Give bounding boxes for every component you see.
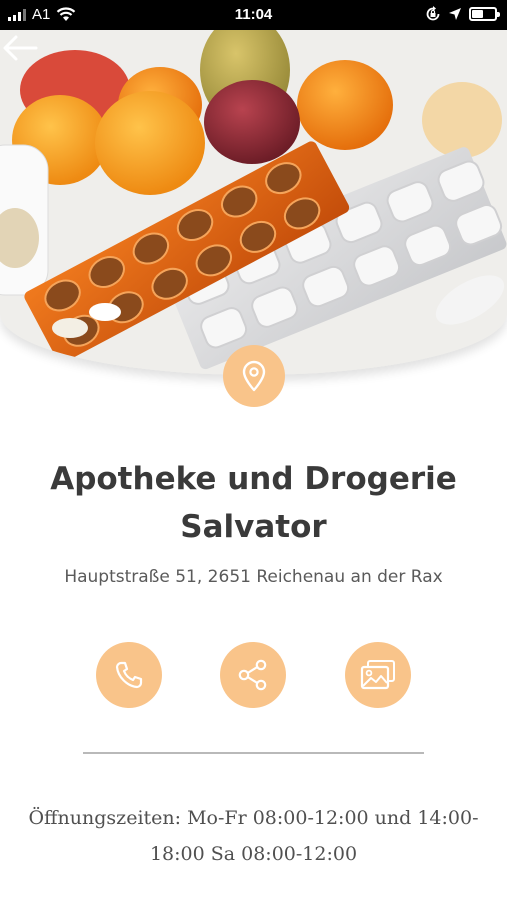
hero-image [0, 30, 507, 375]
pills-and-fruit-photo [0, 30, 507, 375]
opening-hours: Öffnungszeiten: Mo-Fr 08:00-12:00 und 14… [28, 807, 479, 865]
location-arrow-icon [449, 8, 461, 20]
rotation-lock-icon [426, 6, 440, 21]
store-name: Apotheke und Drogerie Salvator [50, 461, 457, 545]
back-arrow-icon[interactable] [0, 30, 40, 66]
call-button[interactable] [96, 642, 162, 708]
divider [83, 752, 424, 754]
gallery-button[interactable] [345, 642, 411, 708]
location-button[interactable] [223, 345, 285, 407]
phone-icon [115, 661, 143, 689]
images-icon [360, 660, 395, 690]
battery-icon [469, 7, 500, 21]
status-right [425, 6, 500, 22]
share-button[interactable] [220, 642, 286, 708]
share-icon [238, 659, 267, 691]
map-pin-icon [242, 360, 266, 392]
store-address: Hauptstraße 51, 2651 Reichenau an der Ra… [64, 567, 443, 587]
status-bar: A1 11:04 [0, 0, 507, 30]
